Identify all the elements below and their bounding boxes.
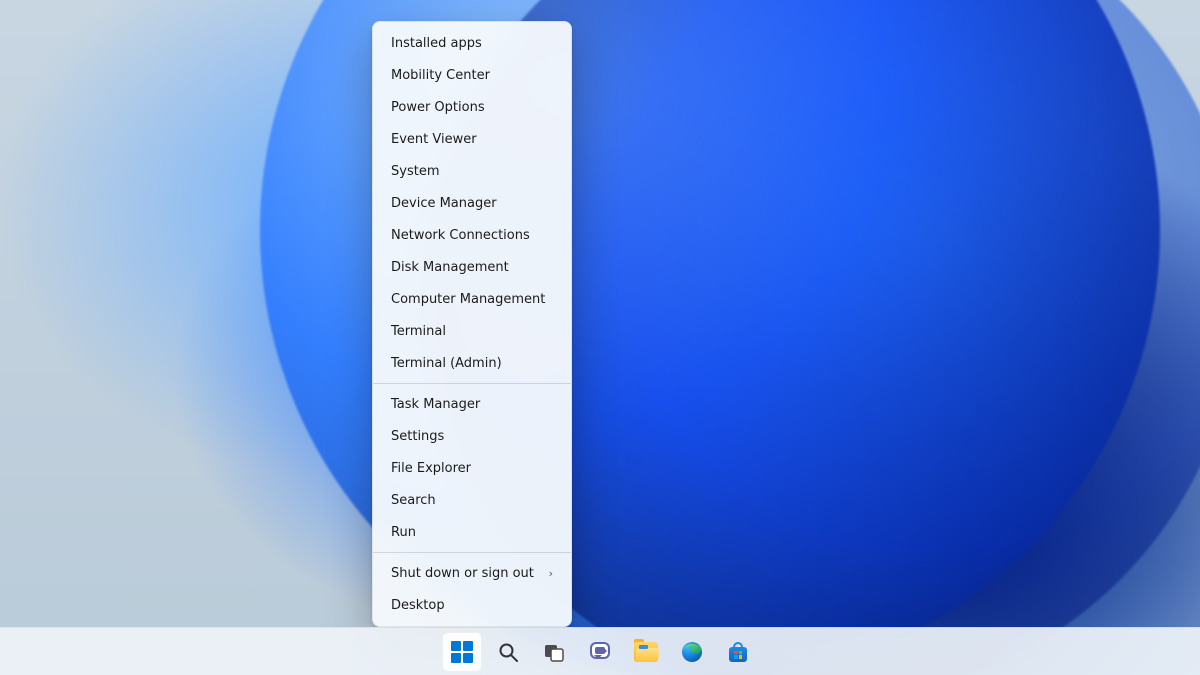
- menu-item-terminal[interactable]: Terminal: [377, 315, 567, 347]
- task-view-icon: [542, 640, 566, 664]
- menu-item-label: Search: [391, 493, 436, 508]
- edge-button[interactable]: [672, 632, 712, 672]
- chat-button[interactable]: [580, 632, 620, 672]
- menu-item-label: Task Manager: [391, 397, 480, 412]
- menu-item-desktop[interactable]: Desktop: [377, 589, 567, 621]
- menu-item-computer-management[interactable]: Computer Management: [377, 283, 567, 315]
- menu-item-event-viewer[interactable]: Event Viewer: [377, 123, 567, 155]
- menu-item-label: Network Connections: [391, 228, 530, 243]
- store-button[interactable]: [718, 632, 758, 672]
- store-icon: [727, 641, 749, 663]
- menu-item-label: System: [391, 164, 439, 179]
- menu-separator: [373, 383, 571, 384]
- menu-item-power-options[interactable]: Power Options: [377, 91, 567, 123]
- menu-item-label: Event Viewer: [391, 132, 477, 147]
- search-button[interactable]: [488, 632, 528, 672]
- menu-item-label: Installed apps: [391, 36, 482, 51]
- taskbar: [0, 627, 1200, 675]
- menu-item-mobility-center[interactable]: Mobility Center: [377, 59, 567, 91]
- task-view-button[interactable]: [534, 632, 574, 672]
- menu-item-label: Mobility Center: [391, 68, 490, 83]
- menu-item-installed-apps[interactable]: Installed apps: [377, 27, 567, 59]
- menu-item-label: Disk Management: [391, 260, 509, 275]
- menu-item-label: Settings: [391, 429, 444, 444]
- menu-item-run[interactable]: Run: [377, 516, 567, 548]
- menu-item-network-connections[interactable]: Network Connections: [377, 219, 567, 251]
- menu-separator: [373, 552, 571, 553]
- menu-item-settings[interactable]: Settings: [377, 420, 567, 452]
- folder-icon: [634, 642, 658, 662]
- search-icon: [496, 640, 520, 664]
- menu-item-file-explorer[interactable]: File Explorer: [377, 452, 567, 484]
- menu-item-label: Run: [391, 525, 416, 540]
- menu-item-label: Device Manager: [391, 196, 497, 211]
- menu-item-label: Power Options: [391, 100, 485, 115]
- menu-item-label: Desktop: [391, 598, 445, 613]
- menu-item-system[interactable]: System: [377, 155, 567, 187]
- menu-item-label: Terminal: [391, 324, 446, 339]
- menu-item-device-manager[interactable]: Device Manager: [377, 187, 567, 219]
- chat-icon: [588, 640, 612, 664]
- menu-item-label: Shut down or sign out: [391, 566, 534, 581]
- menu-item-task-manager[interactable]: Task Manager: [377, 388, 567, 420]
- windows-start-icon: [451, 641, 473, 663]
- edge-icon: [680, 640, 704, 664]
- file-explorer-button[interactable]: [626, 632, 666, 672]
- menu-item-terminal-admin[interactable]: Terminal (Admin): [377, 347, 567, 379]
- winx-context-menu: Installed apps Mobility Center Power Opt…: [372, 21, 572, 627]
- chevron-right-icon: ›: [549, 567, 553, 580]
- menu-item-shutdown-signout[interactable]: Shut down or sign out ›: [377, 557, 567, 589]
- start-button[interactable]: [442, 632, 482, 672]
- menu-item-search[interactable]: Search: [377, 484, 567, 516]
- menu-item-label: Terminal (Admin): [391, 356, 502, 371]
- menu-item-label: File Explorer: [391, 461, 471, 476]
- menu-item-label: Computer Management: [391, 292, 545, 307]
- desktop-wallpaper: [0, 0, 1200, 675]
- menu-item-disk-management[interactable]: Disk Management: [377, 251, 567, 283]
